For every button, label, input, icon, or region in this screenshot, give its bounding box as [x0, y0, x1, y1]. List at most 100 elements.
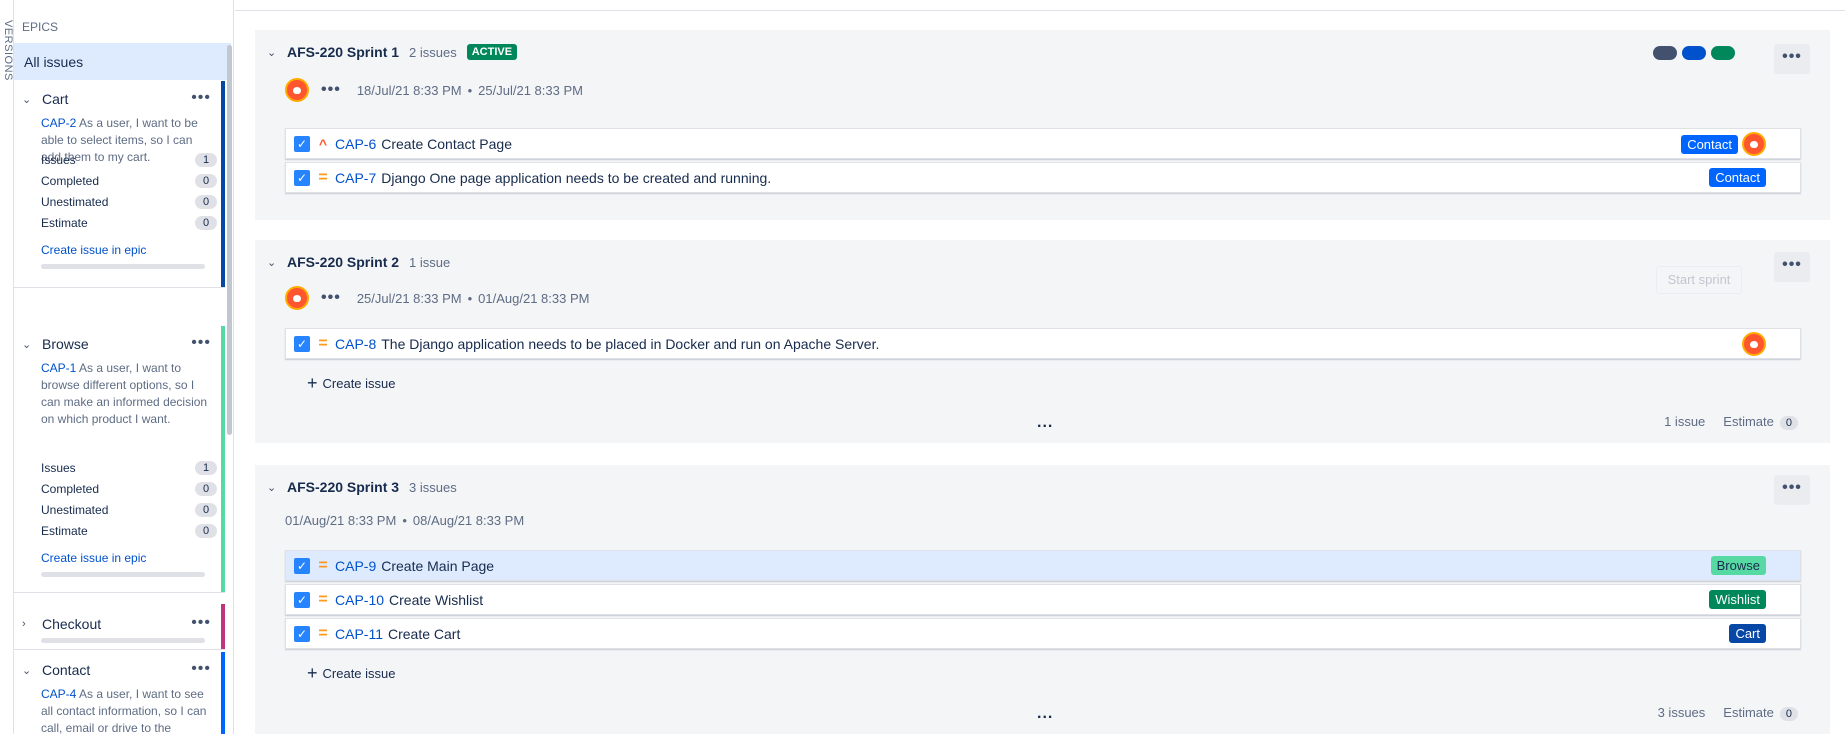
- sprint-more-button[interactable]: •••: [1774, 475, 1810, 505]
- sprint-name[interactable]: AFS-220 Sprint 3: [287, 479, 399, 495]
- checkbox-icon[interactable]: ✓: [294, 135, 310, 152]
- epic-lozenge[interactable]: Cart: [1729, 624, 1766, 643]
- plus-icon: +: [307, 663, 318, 683]
- versions-label[interactable]: VERSIONS: [2, 20, 14, 81]
- stat-completed: Completed 0: [41, 174, 217, 188]
- sprint-end-date: 25/Jul/21 8:33 PM: [478, 82, 583, 98]
- stat-badge: 0: [195, 503, 217, 517]
- sprint-name[interactable]: AFS-220 Sprint 2: [287, 254, 399, 270]
- chevron-down-icon[interactable]: ⌄: [22, 93, 34, 106]
- more-icon[interactable]: ...: [1037, 705, 1053, 723]
- top-divider: [235, 10, 1845, 11]
- more-icon[interactable]: •••: [321, 289, 341, 307]
- create-issue-in-epic-link[interactable]: Create issue in epic: [41, 551, 146, 565]
- stat-label: Unestimated: [41, 195, 109, 209]
- epic-color-bar: [221, 652, 225, 734]
- stat-badge: 0: [195, 216, 217, 230]
- epic-lozenge[interactable]: Contact: [1681, 134, 1738, 154]
- checkbox-icon[interactable]: ✓: [294, 557, 310, 574]
- issue-summary: The Django application needs to be place…: [381, 335, 880, 352]
- epic-key[interactable]: CAP-2: [41, 116, 76, 130]
- issue-key[interactable]: CAP-10: [335, 592, 384, 608]
- chevron-down-icon[interactable]: ⌄: [267, 481, 287, 494]
- issue-row[interactable]: ✓ ^ CAP-6 Create Contact Page Contact: [285, 128, 1801, 159]
- stat-unestimated: Unestimated 0: [41, 503, 217, 517]
- issue-row[interactable]: ✓ = CAP-10 Create Wishlist Wishlist: [285, 584, 1801, 615]
- sprint-issue-count: 2 issues: [409, 44, 457, 60]
- epic-cart[interactable]: ⌄ Cart ••• CAP-2 As a user, I want to be…: [14, 81, 225, 288]
- avatar[interactable]: [285, 78, 309, 102]
- epic-color-bar: [221, 81, 225, 287]
- create-issue-label: Create issue: [322, 666, 396, 681]
- epic-checkout[interactable]: › Checkout •••: [14, 604, 225, 650]
- stat-label: Estimate: [41, 216, 88, 230]
- checkbox-icon[interactable]: ✓: [294, 169, 310, 186]
- stat-badge: 1: [195, 153, 217, 167]
- create-issue-in-epic-link[interactable]: Create issue in epic: [41, 243, 146, 257]
- todo-status-dot: [1653, 46, 1677, 60]
- checkbox-icon[interactable]: ✓: [294, 625, 310, 642]
- assignee-avatar[interactable]: [1742, 132, 1766, 156]
- issue-row[interactable]: ✓ = CAP-8 The Django application needs t…: [285, 328, 1801, 359]
- issue-key[interactable]: CAP-7: [335, 170, 376, 186]
- more-icon[interactable]: •••: [191, 334, 211, 352]
- sprint-name[interactable]: AFS-220 Sprint 1: [287, 44, 399, 60]
- plus-icon: +: [307, 373, 318, 393]
- chevron-down-icon[interactable]: ⌄: [22, 338, 34, 351]
- sprint-start-date: 01/Aug/21 8:33 PM: [285, 513, 397, 528]
- epic-lozenge[interactable]: Browse: [1710, 556, 1766, 575]
- estimate-label: Estimate: [1723, 705, 1774, 720]
- epic-description: CAP-4 As a user, I want to see all conta…: [41, 686, 211, 734]
- stat-issues: Issues 1: [41, 153, 217, 167]
- stat-badge: 1: [195, 461, 217, 475]
- epic-lozenge[interactable]: Wishlist: [1709, 590, 1766, 609]
- issue-key[interactable]: CAP-8: [335, 336, 376, 352]
- all-issues-filter[interactable]: All issues: [14, 43, 231, 80]
- epic-name: Contact: [42, 662, 91, 678]
- more-icon[interactable]: •••: [191, 660, 211, 678]
- epic-name: Checkout: [42, 616, 102, 632]
- epics-scrollbar[interactable]: [227, 45, 232, 435]
- epic-description: CAP-1 As a user, I want to browse differ…: [41, 360, 211, 428]
- assignee-avatar[interactable]: [1742, 332, 1766, 356]
- epics-panel: EPICS All issues ⌄ Cart ••• CAP-2 As a u…: [14, 0, 234, 734]
- avatar[interactable]: [285, 286, 309, 310]
- sprint-end-date: 08/Aug/21 8:33 PM: [412, 513, 525, 528]
- issue-key[interactable]: CAP-11: [335, 626, 383, 642]
- issue-row[interactable]: ✓ = CAP-9 Create Main Page Browse: [285, 550, 1801, 581]
- issue-key[interactable]: CAP-9: [335, 558, 376, 574]
- sprint-1: ⌄ AFS-220 Sprint 1 2 issues ACTIVE ••• •…: [255, 30, 1830, 220]
- versions-rail[interactable]: VERSIONS: [0, 0, 14, 734]
- more-icon[interactable]: •••: [191, 614, 211, 632]
- epic-key[interactable]: CAP-4: [41, 687, 76, 701]
- more-icon[interactable]: •••: [191, 89, 211, 107]
- chevron-right-icon[interactable]: ›: [22, 618, 34, 630]
- start-sprint-button[interactable]: Start sprint: [1656, 266, 1742, 294]
- more-icon[interactable]: ...: [1037, 414, 1053, 432]
- issue-row[interactable]: ✓ = CAP-7 Django One page application ne…: [285, 162, 1801, 193]
- stat-label: Completed: [41, 482, 100, 496]
- epic-contact[interactable]: ⌄ Contact ••• CAP-4 As a user, I want to…: [14, 652, 225, 734]
- checkbox-icon[interactable]: ✓: [294, 335, 310, 352]
- issue-summary: Django One page application needs to be …: [381, 169, 772, 186]
- chevron-down-icon[interactable]: ⌄: [22, 664, 34, 677]
- issue-key[interactable]: CAP-6: [335, 136, 376, 152]
- sprint-more-button[interactable]: •••: [1774, 44, 1810, 74]
- epic-browse[interactable]: ⌄ Browse ••• CAP-1 As a user, I want to …: [14, 326, 225, 593]
- epic-lozenge[interactable]: Contact: [1709, 168, 1766, 187]
- create-issue-label: Create issue: [322, 376, 396, 391]
- chevron-down-icon[interactable]: ⌄: [267, 256, 287, 269]
- create-issue-button[interactable]: + Create issue: [307, 373, 396, 394]
- estimate-badge: 0: [1779, 416, 1798, 430]
- checkbox-icon[interactable]: ✓: [294, 591, 310, 608]
- estimate-badge: 0: [1779, 707, 1798, 721]
- sprint-more-button[interactable]: •••: [1774, 252, 1810, 282]
- more-icon[interactable]: •••: [321, 81, 341, 99]
- epic-key[interactable]: CAP-1: [41, 361, 76, 375]
- epics-header: EPICS: [22, 20, 59, 34]
- sprint-issue-count: 1 issue: [409, 254, 451, 270]
- issue-row[interactable]: ✓ = CAP-11 Create Cart Cart: [285, 618, 1801, 649]
- create-issue-button[interactable]: + Create issue: [307, 663, 396, 684]
- chevron-down-icon[interactable]: ⌄: [267, 46, 287, 59]
- priority-high-icon: ^: [318, 135, 328, 152]
